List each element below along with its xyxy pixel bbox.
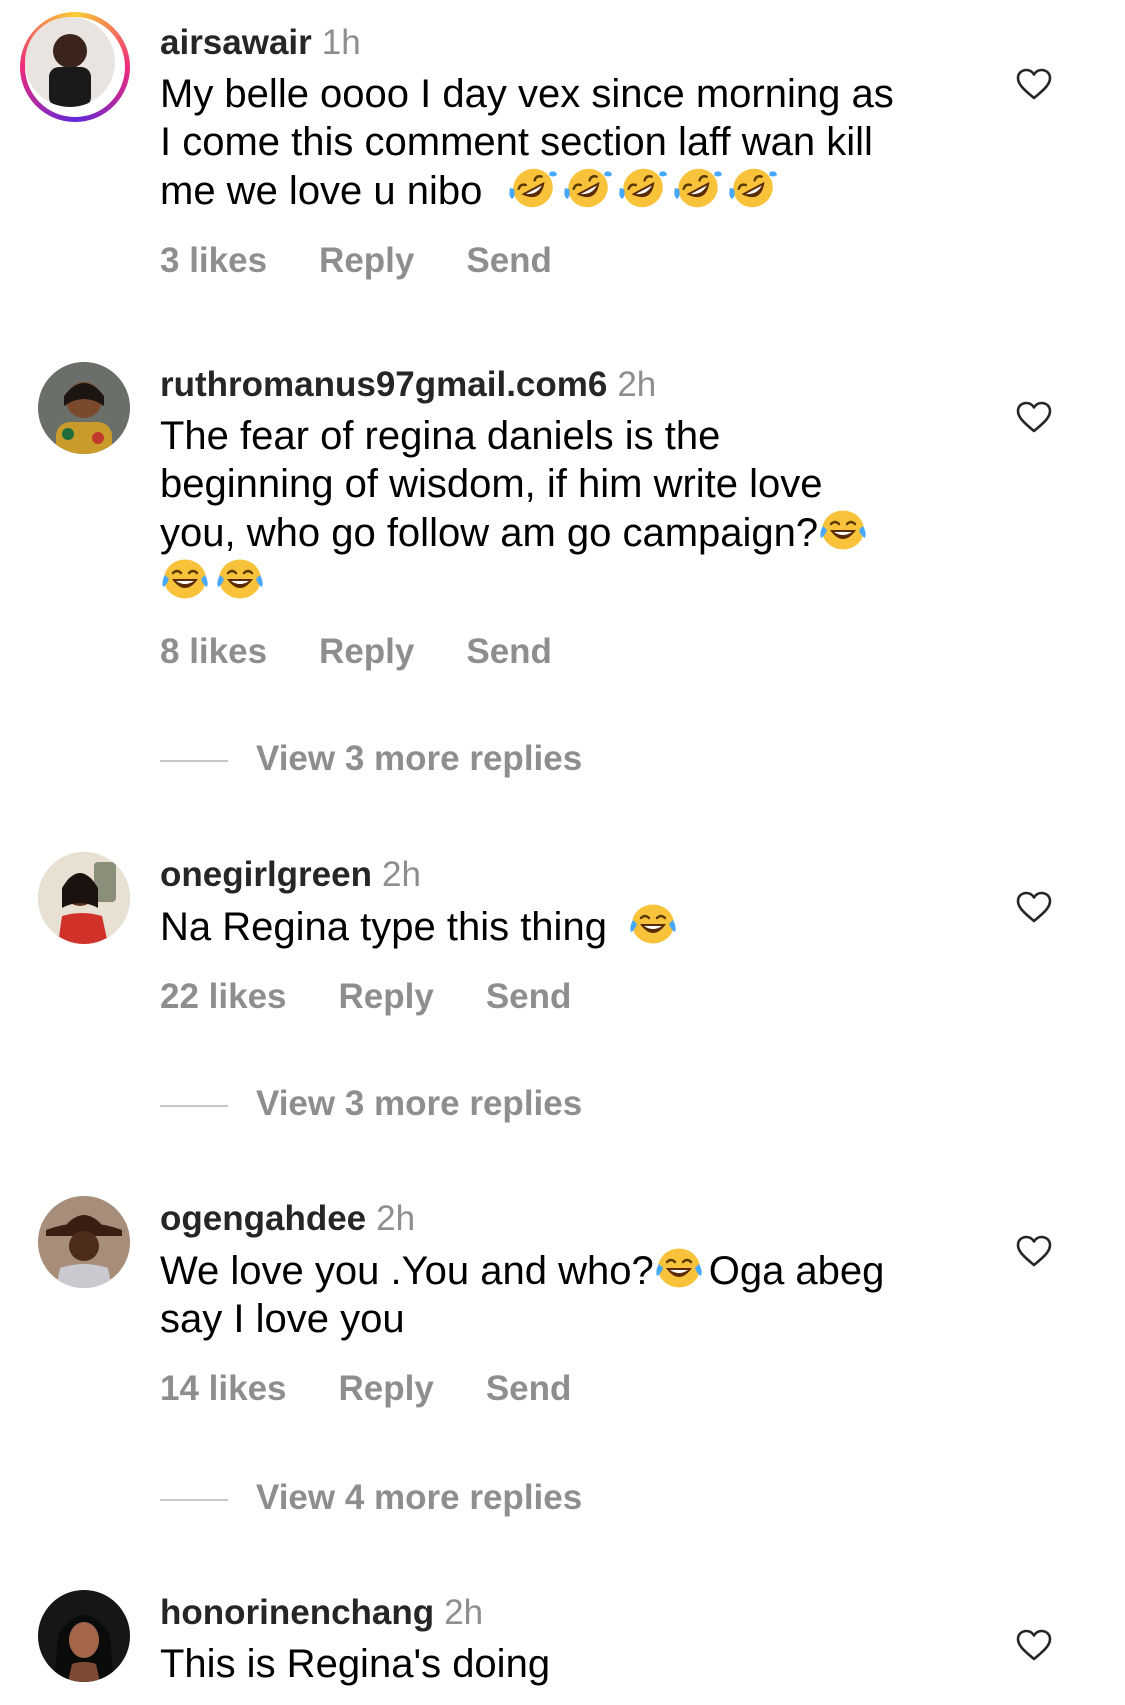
- comment-text: This is Regina's doing: [160, 1640, 980, 1688]
- comment-time: 2h: [376, 1199, 416, 1238]
- face-with-tears-of-joy-icon: [628, 902, 678, 946]
- emoji-line: [160, 557, 980, 606]
- heart-outline-icon[interactable]: [1015, 400, 1053, 434]
- comments-screen: airsawair 1h My belle oooo I day vex sinc…: [0, 0, 1125, 1705]
- view-more-replies-label[interactable]: View 3 more replies: [256, 1084, 582, 1123]
- comment-meta: honorinenchang 2h: [160, 1590, 980, 1636]
- view-more-replies-button[interactable]: View 4 more replies: [160, 1478, 582, 1518]
- likes-count[interactable]: 8 likes: [160, 632, 267, 672]
- avatar-image: [25, 17, 115, 107]
- send-button[interactable]: Send: [466, 241, 552, 281]
- comment-body: ogengahdee 2h We love you .You and who? Og…: [160, 1196, 980, 1409]
- comment-time: 2h: [444, 1593, 484, 1632]
- comment-time: 2h: [617, 365, 657, 404]
- face-with-tears-of-joy-icon: [160, 557, 210, 601]
- comment-text-part: Oga abeg: [708, 1249, 885, 1293]
- rolling-on-floor-laughing-icon: [508, 166, 558, 210]
- comment-body: onegirlgreen 2h Na Regina type this thing…: [160, 852, 980, 1017]
- username[interactable]: ogengahdee: [160, 1199, 366, 1238]
- comment-text-line: I come this comment section laff wan kil…: [160, 120, 873, 164]
- comment-meta: airsawair 1h: [160, 20, 980, 66]
- likes-count[interactable]: 14 likes: [160, 1369, 287, 1409]
- comment-meta: ruthromanus97gmail.com6 2h: [160, 362, 980, 408]
- username[interactable]: ruthromanus97gmail.com6: [160, 365, 607, 404]
- reply-button[interactable]: Reply: [319, 241, 414, 281]
- heart-outline-icon[interactable]: [1015, 890, 1053, 924]
- view-more-replies-label[interactable]: View 3 more replies: [256, 739, 582, 778]
- divider-line: [160, 759, 228, 762]
- avatar[interactable]: [38, 362, 130, 454]
- heart-outline-icon[interactable]: [1015, 1234, 1053, 1268]
- avatar[interactable]: [38, 1196, 130, 1288]
- rolling-on-floor-laughing-icon: [563, 166, 613, 210]
- comment-text: Na Regina type this thing: [160, 902, 980, 951]
- comment-actions: 14 likes Reply Send: [160, 1369, 980, 1409]
- comment-text-line: beginning of wisdom, if him write love: [160, 462, 823, 506]
- comment-body: ruthromanus97gmail.com6 2h The fear of re…: [160, 362, 980, 672]
- face-with-tears-of-joy-icon: [818, 508, 868, 552]
- likes-count[interactable]: 3 likes: [160, 241, 267, 281]
- comment-text-line: you, who go follow am go campaign?: [160, 511, 819, 555]
- face-with-tears-of-joy-icon: [654, 1246, 704, 1290]
- comment-time: 1h: [321, 23, 361, 62]
- reply-button[interactable]: Reply: [339, 1369, 434, 1409]
- comment-text-line: The fear of regina daniels is the: [160, 414, 721, 458]
- view-more-replies-button[interactable]: View 3 more replies: [160, 1084, 582, 1124]
- comment-body: honorinenchang 2h This is Regina's doing: [160, 1590, 980, 1688]
- send-button[interactable]: Send: [486, 977, 572, 1017]
- comment-text-line: My belle oooo I day vex since morning as: [160, 72, 894, 116]
- comment-text-line: Na Regina type this thing: [160, 905, 607, 949]
- heart-outline-icon[interactable]: [1015, 67, 1053, 101]
- comment-text-line-with-emoji: you, who go follow am go campaign?: [160, 508, 980, 557]
- comment-text-line-with-emoji: me we love u nibo: [160, 166, 980, 215]
- comment-text-line-with-emoji: We love you .You and who? Oga abeg: [160, 1246, 980, 1295]
- comment-text-line: This is Regina's doing: [160, 1642, 551, 1686]
- comment-actions: 3 likes Reply Send: [160, 241, 980, 281]
- comment-actions: 22 likes Reply Send: [160, 977, 980, 1017]
- username[interactable]: airsawair: [160, 23, 312, 62]
- username[interactable]: onegirlgreen: [160, 855, 372, 894]
- heart-outline-icon[interactable]: [1015, 1628, 1053, 1662]
- comment-text: My belle oooo I day vex since morning as…: [160, 70, 980, 215]
- rolling-on-floor-laughing-icon: [728, 166, 778, 210]
- comment-body: airsawair 1h My belle oooo I day vex sinc…: [160, 20, 980, 281]
- comment-text-line: say I love you: [160, 1297, 405, 1341]
- avatar[interactable]: [20, 12, 130, 122]
- comment-text: We love you .You and who? Oga abeg say I …: [160, 1246, 980, 1343]
- rolling-on-floor-laughing-icon: [618, 166, 668, 210]
- comment-meta: onegirlgreen 2h: [160, 852, 980, 898]
- comment-meta: ogengahdee 2h: [160, 1196, 980, 1242]
- likes-count[interactable]: 22 likes: [160, 977, 287, 1017]
- divider-line: [160, 1498, 228, 1501]
- username[interactable]: honorinenchang: [160, 1593, 434, 1632]
- divider-line: [160, 1104, 228, 1107]
- avatar[interactable]: [38, 852, 130, 944]
- comment-text-part: We love you .You and who?: [160, 1249, 654, 1293]
- view-more-replies-button[interactable]: View 3 more replies: [160, 739, 582, 779]
- comment-actions: 8 likes Reply Send: [160, 632, 980, 672]
- comment-text: The fear of regina daniels is the beginn…: [160, 412, 980, 606]
- rolling-on-floor-laughing-icon: [673, 166, 723, 210]
- reply-button[interactable]: Reply: [339, 977, 434, 1017]
- comment-time: 2h: [381, 855, 421, 894]
- face-with-tears-of-joy-icon: [215, 557, 265, 601]
- avatar[interactable]: [38, 1590, 130, 1682]
- view-more-replies-label[interactable]: View 4 more replies: [256, 1478, 582, 1517]
- comment-text-line: me we love u nibo: [160, 169, 483, 213]
- send-button[interactable]: Send: [466, 632, 552, 672]
- send-button[interactable]: Send: [486, 1369, 572, 1409]
- reply-button[interactable]: Reply: [319, 632, 414, 672]
